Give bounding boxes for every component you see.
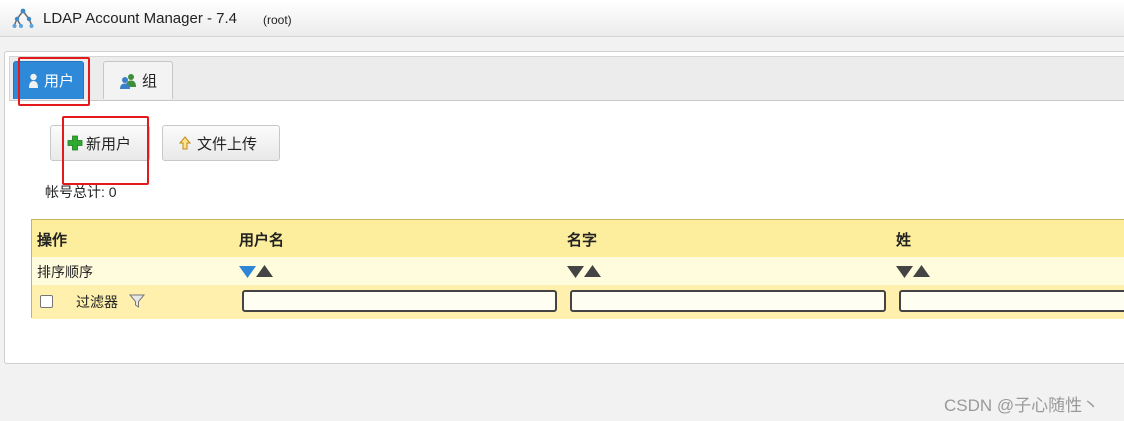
file-upload-label: 文件上传	[197, 135, 258, 153]
sort-up-icon[interactable]	[584, 263, 601, 279]
tab-users[interactable]: 用户	[13, 61, 84, 99]
tab-groups[interactable]: 组	[103, 61, 173, 99]
select-all-checkbox[interactable]	[40, 295, 53, 308]
sort-arrows-first-name	[567, 263, 601, 279]
upload-arrow-icon	[179, 136, 191, 150]
group-icon	[120, 73, 136, 89]
sort-row: 排序顺序	[32, 257, 1124, 285]
tab-users-label: 用户	[44, 73, 75, 90]
user-icon	[29, 73, 38, 88]
table-header-row: 操作 用户名 名字 姓	[32, 220, 1124, 257]
column-first-name[interactable]: 名字	[567, 229, 597, 250]
watermark: CSDN @子心随性丶	[944, 396, 1100, 415]
sort-down-icon[interactable]	[896, 263, 913, 279]
sort-arrows-last-name	[896, 263, 930, 279]
tab-bar: 用户 组	[9, 56, 1124, 101]
sort-down-icon[interactable]	[239, 263, 256, 279]
column-actions: 操作	[37, 232, 68, 249]
app-title: LDAP Account Manager - 7.4	[43, 10, 238, 27]
plus-icon	[67, 135, 83, 151]
column-username[interactable]: 用户名	[239, 229, 284, 250]
ldap-tree-logo-icon	[12, 8, 34, 28]
column-last-name[interactable]: 姓	[896, 229, 911, 250]
sort-arrows-username	[239, 263, 273, 279]
sort-up-icon[interactable]	[913, 263, 930, 279]
filter-label: 过滤器	[76, 294, 118, 310]
filter-input-first-name[interactable]	[570, 290, 886, 312]
sort-down-icon[interactable]	[567, 263, 584, 279]
filter-funnel-icon[interactable]	[129, 293, 145, 309]
sort-up-icon[interactable]	[256, 263, 273, 279]
filter-input-username[interactable]	[242, 290, 557, 312]
logged-in-user: (root)	[263, 13, 292, 27]
sort-order-label: 排序顺序	[37, 264, 93, 280]
new-user-label: 新用户	[86, 135, 132, 153]
filter-input-last-name[interactable]	[899, 290, 1124, 312]
tab-groups-label: 组	[142, 73, 158, 90]
filter-row: 过滤器	[32, 285, 1124, 319]
account-table: 操作 用户名 名字 姓 排序顺序 过滤器	[31, 219, 1124, 319]
file-upload-button[interactable]: 文件上传	[162, 125, 280, 161]
app-header: LDAP Account Manager - 7.4 (root)	[0, 0, 1124, 37]
new-user-button[interactable]: 新用户	[50, 125, 150, 161]
main-panel: 用户 组 新用户 文件上传 帐号总计: 0 操作 用户名 名字 姓 排序顺序 过…	[4, 51, 1124, 364]
account-total: 帐号总计: 0	[45, 184, 117, 200]
